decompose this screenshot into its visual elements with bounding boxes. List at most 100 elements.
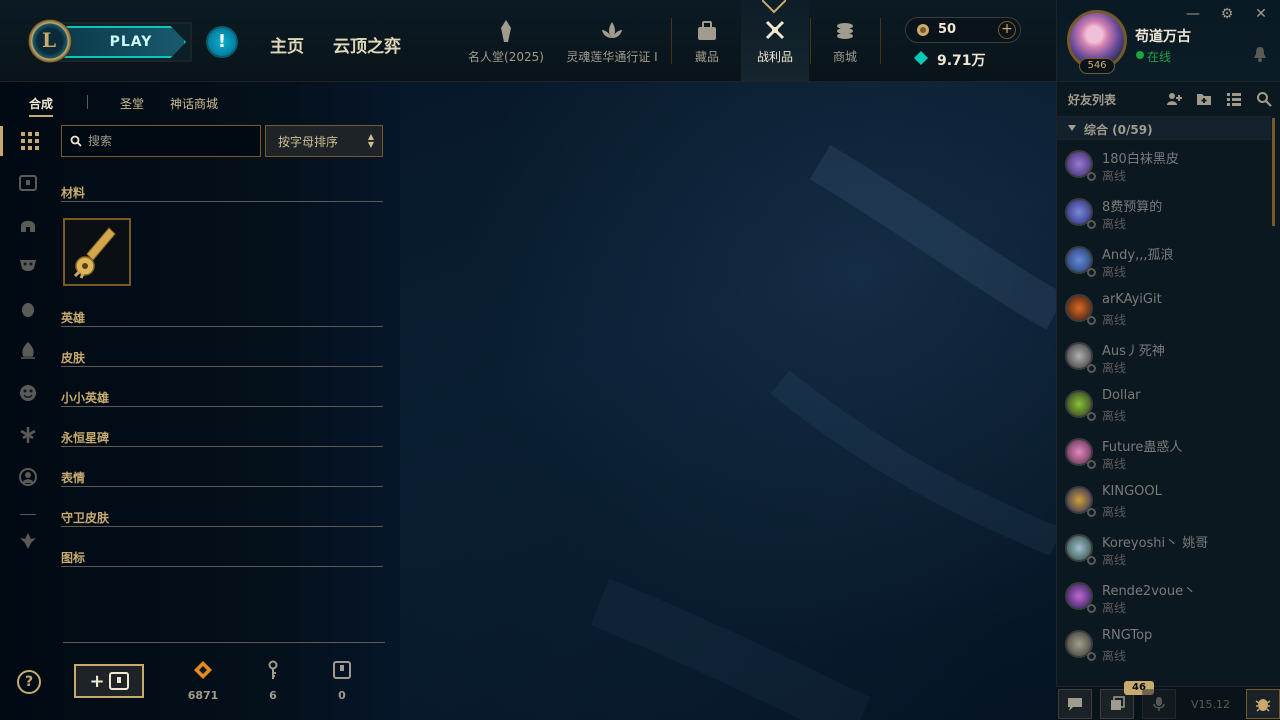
- friend-item[interactable]: arKAyiGit 离线: [1057, 288, 1271, 336]
- friend-name: Rende2voue丶: [1102, 584, 1197, 599]
- voice-button[interactable]: [1142, 689, 1176, 719]
- category-champions-label: 英雄: [61, 311, 86, 325]
- friend-item[interactable]: 180白袜黑皮 离线: [1057, 144, 1271, 192]
- level-badge: 546: [1079, 58, 1115, 74]
- friend-status: 离线: [1102, 409, 1127, 423]
- friend-item[interactable]: 8费预算的 离线: [1057, 192, 1271, 240]
- category-skins-label: 皮肤: [61, 351, 86, 365]
- nav-tft[interactable]: 云顶之弈: [333, 32, 401, 57]
- minimize-button[interactable]: —: [1185, 6, 1201, 22]
- add-friend-icon[interactable]: [1166, 91, 1182, 107]
- alert-icon[interactable]: !: [206, 26, 238, 58]
- category-little-legends-label: 小小英雄: [61, 391, 110, 405]
- league-logo-icon[interactable]: L: [28, 19, 72, 63]
- friend-item[interactable]: Koreyoshi丶 姚哥 离线: [1057, 528, 1271, 576]
- nav-lotus-pass[interactable]: 灵魂莲华通行证 I: [562, 0, 662, 81]
- friend-item[interactable]: Rende2voue丶 离线: [1057, 576, 1271, 624]
- play-button[interactable]: PLAY: [58, 26, 186, 58]
- loot-item-key[interactable]: [63, 218, 131, 286]
- hall-of-legends-icon: [501, 20, 511, 42]
- caret-down-icon: [1068, 125, 1076, 131]
- filter-champions[interactable]: [0, 210, 56, 240]
- friend-item[interactable]: Aus丿死神 离线: [1057, 336, 1271, 384]
- category-ward-skins-label: 守卫皮肤: [61, 511, 110, 525]
- bell-icon[interactable]: [1253, 46, 1267, 62]
- friend-item[interactable]: Andy,,,孤浪 离线: [1057, 240, 1271, 288]
- tab-sanctum[interactable]: 圣堂: [120, 95, 144, 112]
- riot-points-pill[interactable]: 50 +: [905, 17, 1021, 43]
- active-tab-caret-icon: [762, 0, 786, 14]
- list-view-icon[interactable]: [1226, 91, 1242, 107]
- chat-button[interactable]: [1058, 689, 1092, 719]
- friend-status: 离线: [1102, 505, 1127, 519]
- category-champions[interactable]: 英雄: [61, 307, 383, 327]
- offline-status-dot: [1087, 652, 1096, 661]
- category-icons-label: 图标: [61, 551, 86, 565]
- offline-status-dot: [1087, 316, 1096, 325]
- friends-footer: 46 V15.12: [1056, 681, 1280, 720]
- nav-separator: [810, 18, 811, 64]
- settings-gear-icon[interactable]: ⚙: [1219, 6, 1235, 22]
- offline-status-dot: [1087, 364, 1096, 373]
- friends-list-title: 好友列表: [1068, 93, 1117, 107]
- friend-status: 离线: [1102, 553, 1127, 567]
- player-status[interactable]: 在线: [1147, 48, 1171, 65]
- filter-emotes[interactable]: [0, 378, 56, 408]
- offline-status-dot: [1087, 556, 1096, 565]
- sort-dropdown[interactable]: 按字母排序 ▲ ▼: [265, 125, 383, 157]
- friends-scrollbar[interactable]: [1272, 118, 1275, 226]
- offline-status-dot: [1087, 508, 1096, 517]
- filter-icons[interactable]: [0, 462, 56, 492]
- category-icons[interactable]: 图标: [61, 547, 383, 567]
- filter-ward-skins[interactable]: [0, 420, 56, 450]
- help-button[interactable]: ?: [17, 670, 41, 694]
- filter-little-legends[interactable]: [0, 294, 56, 324]
- filter-eternals[interactable]: [0, 336, 56, 366]
- friend-name: Dollar: [1102, 388, 1141, 403]
- nav-store[interactable]: 商城: [818, 0, 872, 81]
- friend-item[interactable]: Future蛊惑人 离线: [1057, 432, 1271, 480]
- friend-group-general[interactable]: 综合 (0/59): [1057, 116, 1271, 140]
- chest-icon: [108, 672, 129, 690]
- category-materials[interactable]: 材料: [61, 182, 383, 202]
- player-name[interactable]: 苟道万古: [1135, 26, 1191, 46]
- close-button[interactable]: ✕: [1253, 6, 1269, 22]
- nav-loot-label: 战利品: [756, 50, 793, 64]
- add-chest-button[interactable]: +: [74, 664, 144, 698]
- filter-skins[interactable]: [0, 250, 56, 280]
- search-icon[interactable]: [1256, 91, 1272, 107]
- flame-icon: [21, 342, 35, 359]
- bug-report-button[interactable]: [1246, 689, 1280, 719]
- add-folder-icon[interactable]: [1196, 91, 1212, 107]
- tab-mythic-shop[interactable]: 神话商城: [170, 95, 218, 112]
- category-emotes[interactable]: 表情: [61, 467, 383, 487]
- key-fragment-icon: [268, 660, 278, 679]
- category-little-legends[interactable]: 小小英雄: [61, 387, 383, 407]
- play-button-label: PLAY: [109, 34, 153, 50]
- friend-status: 离线: [1102, 457, 1127, 471]
- filter-chests[interactable]: [0, 168, 56, 198]
- friend-status: 离线: [1102, 313, 1127, 327]
- profile-panel: 546 苟道万古 在线 — ⚙ ✕: [1056, 0, 1280, 82]
- filter-other[interactable]: [0, 526, 56, 556]
- chevron-updown-icon: ▲ ▼: [367, 132, 374, 149]
- search-input[interactable]: [88, 132, 256, 150]
- category-emotes-label: 表情: [61, 471, 86, 485]
- friends-list-header: 好友列表: [1057, 82, 1280, 116]
- chat-icon: [1068, 698, 1082, 711]
- egg-icon: [22, 303, 34, 317]
- category-skins[interactable]: 皮肤: [61, 347, 383, 367]
- search-field[interactable]: [61, 125, 261, 157]
- nav-home[interactable]: 主页: [270, 32, 304, 57]
- friend-item[interactable]: Dollar 离线: [1057, 384, 1271, 432]
- category-eternals[interactable]: 永恒星碑: [61, 427, 383, 447]
- filter-all[interactable]: [0, 126, 56, 156]
- category-ward-skins[interactable]: 守卫皮肤: [61, 507, 383, 527]
- friend-item[interactable]: KINGOOL 离线: [1057, 480, 1271, 528]
- nav-collection[interactable]: 藏品: [680, 0, 734, 81]
- nav-hall-of-legends[interactable]: 名人堂(2025): [466, 0, 546, 81]
- orange-essence-counter: 6871: [183, 660, 223, 703]
- friend-item[interactable]: RNGTop 离线: [1057, 624, 1271, 672]
- add-riot-points-button[interactable]: +: [998, 21, 1016, 39]
- offline-status-dot: [1087, 220, 1096, 229]
